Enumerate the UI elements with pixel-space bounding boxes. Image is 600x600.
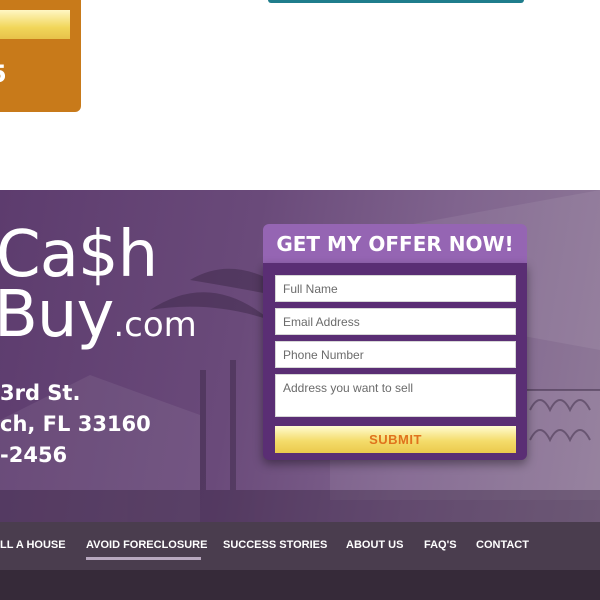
nav-item-about-us[interactable]: ABOUT US [346, 539, 403, 551]
nav-item-avoid-foreclosure[interactable]: AVOID FORECLOSURE [86, 539, 207, 551]
promo-card-button[interactable] [0, 10, 70, 39]
nav-item-sell-a-house[interactable]: LL A HOUSE [0, 539, 66, 551]
logo-buy-text: Buy.com [0, 280, 197, 360]
phone-input[interactable] [275, 341, 516, 368]
main-nav: LL A HOUSE AVOID FORECLOSURE SUCCESS STO… [0, 522, 600, 570]
promo-card-number: 5 [0, 60, 7, 88]
logo-domain-suffix: .com [113, 305, 197, 345]
phone-number: -2456 [0, 443, 68, 467]
hero-banner: Ca$h Buy.com 3rd St. ch, FL 33160 -2456 … [0, 190, 600, 523]
email-input[interactable] [275, 308, 516, 335]
submit-button[interactable]: SUBMIT [275, 426, 516, 453]
address-city: ch, FL 33160 [0, 412, 151, 436]
top-widget-edge [268, 0, 524, 3]
offer-form-title: GET MY OFFER NOW! [263, 224, 527, 264]
promo-card: 5 [0, 0, 81, 112]
nav-item-faqs[interactable]: FAQ'S [424, 539, 457, 551]
full-name-input[interactable] [275, 275, 516, 302]
offer-form: SUBMIT [263, 263, 527, 460]
nav-item-success-stories[interactable]: SUCCESS STORIES [223, 539, 327, 551]
active-nav-indicator [86, 557, 201, 560]
address-textarea[interactable] [275, 374, 516, 417]
nav-item-contact[interactable]: CONTACT [476, 539, 529, 551]
footer-strip [0, 570, 600, 600]
logo-buy-word: Buy [0, 278, 114, 352]
address-street: 3rd St. [0, 381, 81, 405]
